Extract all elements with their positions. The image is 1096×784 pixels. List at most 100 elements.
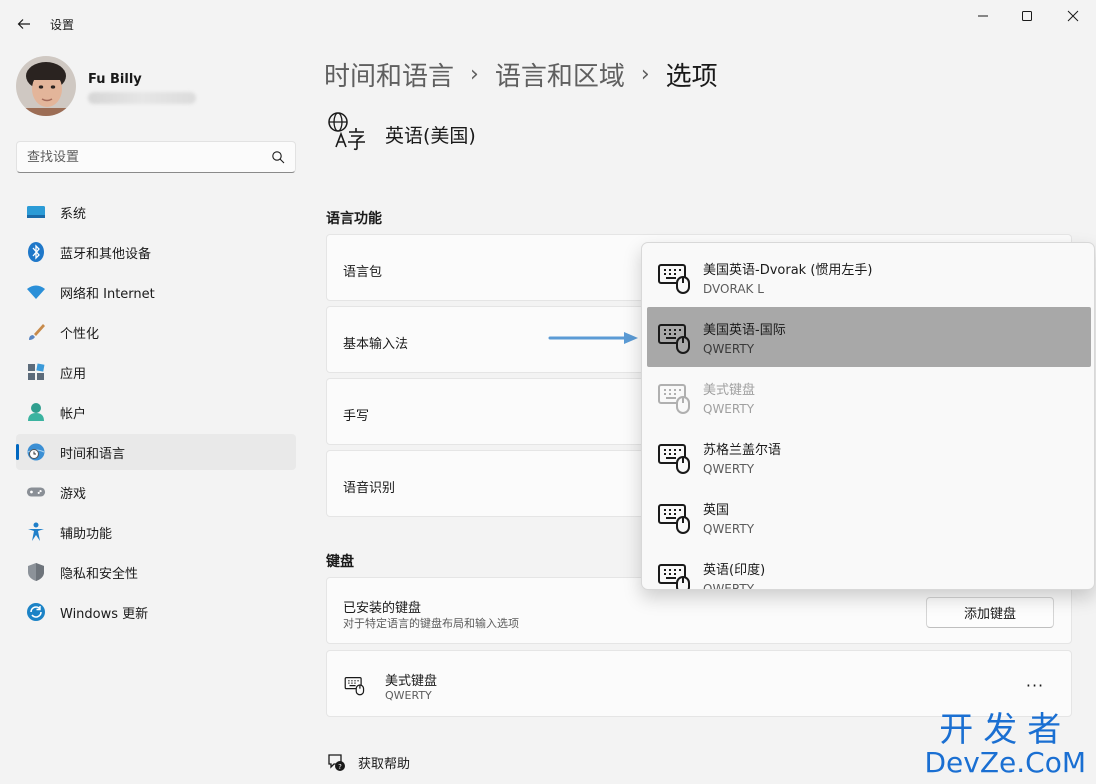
card-label: 手写 bbox=[343, 409, 370, 424]
account-icon bbox=[26, 402, 46, 422]
wifi-icon bbox=[26, 282, 46, 302]
avatar[interactable] bbox=[16, 56, 76, 116]
gamepad-icon bbox=[26, 482, 46, 502]
sidebar-item-label: 隐私和安全性 bbox=[60, 566, 139, 582]
shield-icon bbox=[26, 562, 46, 582]
get-help-label: 获取帮助 bbox=[358, 756, 411, 772]
keyboard-mouse-icon bbox=[344, 677, 365, 696]
language-title: 英语(美国) bbox=[385, 125, 476, 147]
sidebar-item-apps[interactable]: 应用 bbox=[16, 354, 296, 390]
paintbrush-icon bbox=[26, 322, 46, 342]
sidebar-item-system[interactable]: 系统 bbox=[16, 194, 296, 230]
dropdown-item-layout: QWERTY bbox=[703, 581, 755, 590]
dropdown-item-layout: QWERTY bbox=[703, 521, 755, 536]
back-button[interactable] bbox=[8, 8, 40, 40]
watermark-line2: DevZe.CoM bbox=[924, 746, 1086, 779]
minimize-icon bbox=[978, 15, 988, 17]
update-icon bbox=[26, 602, 46, 622]
breadcrumb: 时间和语言 › 语言和区域 › 选项 bbox=[324, 56, 718, 93]
card-label: 语音识别 bbox=[343, 481, 396, 496]
get-help-link[interactable]: ? 获取帮助 bbox=[326, 752, 410, 772]
sidebar-item-label: 辅助功能 bbox=[60, 526, 113, 542]
add-keyboard-button[interactable]: 添加键盘 bbox=[926, 597, 1054, 628]
language-icon bbox=[326, 110, 368, 152]
app-title: 设置 bbox=[50, 18, 75, 32]
sidebar-item-privacy[interactable]: 隐私和安全性 bbox=[16, 554, 296, 590]
dropdown-item[interactable]: 美国英语-Dvorak (惯用左手) DVORAK L bbox=[647, 247, 1091, 307]
dropdown-item-layout: QWERTY bbox=[703, 401, 755, 416]
dropdown-item[interactable]: 苏格兰盖尔语 QWERTY bbox=[647, 427, 1091, 487]
user-name: Fu Billy bbox=[88, 72, 142, 87]
breadcrumb-current: 选项 bbox=[665, 62, 718, 92]
keyboard-mouse-icon bbox=[658, 504, 690, 534]
keyboard-mouse-icon bbox=[658, 444, 690, 474]
user-photo bbox=[16, 56, 76, 116]
close-icon bbox=[1067, 10, 1079, 22]
annotation-arrow-icon bbox=[548, 332, 638, 344]
breadcrumb-separator: › bbox=[470, 62, 479, 87]
card-label: 基本输入法 bbox=[343, 337, 409, 352]
search-input[interactable] bbox=[27, 149, 271, 165]
sidebar-item-network[interactable]: 网络和 Internet bbox=[16, 274, 296, 310]
dropdown-item-layout: QWERTY bbox=[703, 461, 755, 476]
card-label: 语言包 bbox=[343, 265, 383, 280]
dropdown-item[interactable]: 英国 QWERTY bbox=[647, 487, 1091, 547]
sidebar-item-gaming[interactable]: 游戏 bbox=[16, 474, 296, 510]
user-email-blurred bbox=[88, 92, 196, 104]
accessibility-icon bbox=[26, 522, 46, 542]
installed-keyboards-desc: 对于特定语言的键盘布局和输入选项 bbox=[343, 617, 519, 630]
dropdown-item-name: 苏格兰盖尔语 bbox=[703, 442, 782, 458]
dropdown-item-name: 美国英语-国际 bbox=[703, 322, 786, 338]
keyboard-item-layout: QWERTY bbox=[385, 689, 432, 702]
sidebar-item-personalization[interactable]: 个性化 bbox=[16, 314, 296, 350]
system-monitor-icon bbox=[26, 202, 46, 222]
sidebar-item-time-language[interactable]: 时间和语言 bbox=[16, 434, 296, 470]
dropdown-item-name: 英语(印度) bbox=[703, 562, 766, 578]
sidebar-item-label: 时间和语言 bbox=[60, 446, 126, 462]
back-arrow-icon bbox=[17, 19, 30, 29]
section-title-language-features: 语言功能 bbox=[326, 211, 382, 227]
dropdown-item-layout: QWERTY bbox=[703, 341, 755, 356]
sidebar-item-accessibility[interactable]: 辅助功能 bbox=[16, 514, 296, 550]
sidebar-item-accounts[interactable]: 帐户 bbox=[16, 394, 296, 430]
sidebar-item-label: Windows 更新 bbox=[60, 606, 149, 622]
keyboard-mouse-icon bbox=[658, 564, 690, 589]
breadcrumb-separator: › bbox=[640, 62, 650, 87]
card-keyboard-item[interactable]: 美式键盘 QWERTY bbox=[326, 650, 1072, 717]
keyboard-mouse-icon bbox=[658, 324, 690, 354]
more-options-button[interactable]: ··· bbox=[1020, 670, 1050, 700]
maximize-icon bbox=[1022, 11, 1032, 21]
search-box[interactable] bbox=[16, 141, 296, 173]
dropdown-item-name: 美式键盘 bbox=[703, 382, 756, 398]
keyboard-layout-dropdown: 美国英语-Dvorak (惯用左手) DVORAK L 美国英语-国际 QWER… bbox=[641, 242, 1095, 590]
bluetooth-icon bbox=[26, 242, 46, 262]
minimize-button[interactable] bbox=[960, 0, 1006, 32]
dropdown-item[interactable]: 英语(印度) QWERTY bbox=[647, 547, 1091, 590]
globe-clock-icon bbox=[26, 442, 46, 462]
watermark-line1: 开发者 bbox=[939, 710, 1072, 750]
keyboard-mouse-icon bbox=[658, 264, 690, 294]
breadcrumb-item-time-language[interactable]: 时间和语言 bbox=[324, 56, 454, 93]
sidebar-item-label: 蓝牙和其他设备 bbox=[60, 246, 152, 262]
keyboard-mouse-icon bbox=[658, 384, 690, 414]
search-icon[interactable] bbox=[271, 150, 285, 164]
sidebar-item-label: 系统 bbox=[60, 206, 87, 222]
dropdown-item-layout: DVORAK L bbox=[703, 281, 764, 296]
breadcrumb-item-language-region[interactable]: 语言和区域 bbox=[495, 56, 625, 93]
sidebar-nav: 系统 蓝牙和其他设备 网络和 Internet 个性化 应用 帐户 时间和语言 … bbox=[16, 194, 296, 634]
svg-text:?: ? bbox=[338, 763, 342, 771]
watermark: 开发者 DevZe.CoM bbox=[924, 712, 1086, 778]
dropdown-item-name: 美国英语-Dvorak (惯用左手) bbox=[703, 262, 873, 278]
sidebar-item-bluetooth[interactable]: 蓝牙和其他设备 bbox=[16, 234, 296, 270]
dropdown-item-disabled: 美式键盘 QWERTY bbox=[647, 367, 1091, 427]
help-icon: ? bbox=[328, 754, 345, 771]
apps-icon bbox=[26, 362, 46, 382]
installed-keyboards-title: 已安装的键盘 bbox=[343, 601, 422, 616]
sidebar-item-label: 帐户 bbox=[60, 406, 87, 422]
dropdown-item-highlighted[interactable]: 美国英语-国际 QWERTY bbox=[647, 307, 1091, 367]
close-button[interactable] bbox=[1050, 0, 1096, 32]
sidebar-item-windows-update[interactable]: Windows 更新 bbox=[16, 594, 296, 630]
sidebar-item-label: 网络和 Internet bbox=[60, 286, 155, 302]
maximize-button[interactable] bbox=[1004, 0, 1050, 32]
section-title-keyboard: 键盘 bbox=[326, 554, 354, 570]
